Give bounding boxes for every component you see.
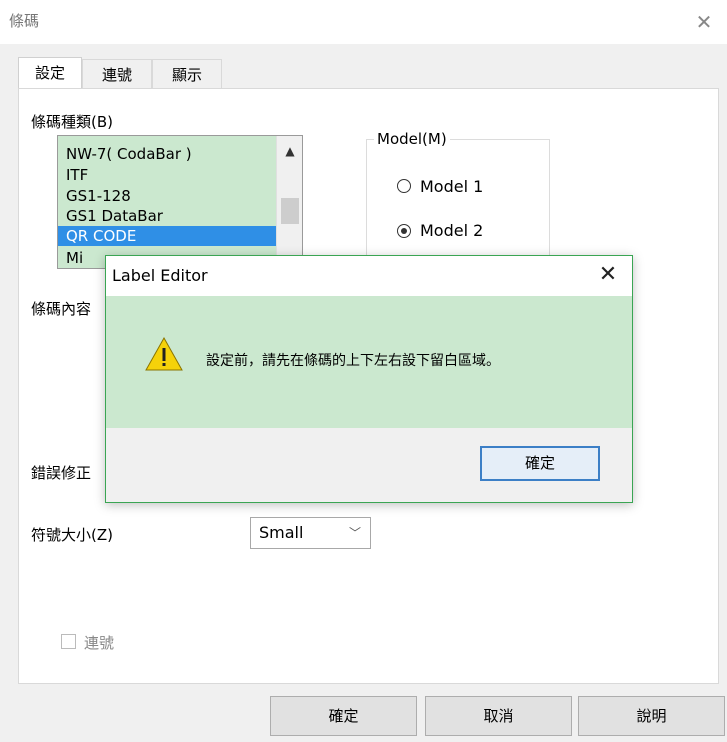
model-group-title: Model(M) (374, 130, 450, 148)
tab-settings[interactable]: 設定 (18, 57, 82, 89)
list-item[interactable]: ITF (66, 165, 88, 185)
barcode-type-listbox[interactable]: NW-7( CodaBar ) ITF GS1-128 GS1 DataBar … (57, 135, 303, 269)
alert-title: Label Editor (112, 266, 208, 285)
list-item-selected[interactable]: QR CODE (58, 226, 276, 246)
alert-ok-button[interactable]: 確定 (480, 446, 600, 481)
list-item[interactable]: GS1 DataBar (66, 206, 163, 226)
serial-checkbox-label[interactable]: 連號 (84, 632, 114, 653)
symbol-size-value: Small (259, 523, 304, 542)
barcode-type-label: 條碼種類(B) (31, 113, 113, 131)
alert-message: 設定前，請先在條碼的上下左右設下留白區域。 (206, 353, 500, 369)
symbol-size-select[interactable]: Small ﹀ (250, 517, 371, 549)
list-item[interactable]: NW-7( CodaBar ) (66, 144, 192, 164)
symbol-size-label: 符號大小(Z) (31, 526, 113, 544)
model-1-label[interactable]: Model 1 (420, 177, 483, 196)
help-button[interactable]: 說明 (578, 696, 725, 736)
content-label: 條碼內容 (31, 300, 92, 318)
alert-dialog: Label Editor ✕ 設定前，請先在條碼的上下左右設下留白區域。 確定 (105, 255, 633, 503)
model-2-radio[interactable] (397, 224, 411, 238)
window-title: 條碼 (9, 12, 40, 30)
ok-button[interactable]: 確定 (270, 696, 417, 736)
scroll-up-icon[interactable]: ▲ (277, 144, 302, 158)
serial-checkbox[interactable] (61, 634, 76, 649)
cancel-button[interactable]: 取消 (425, 696, 572, 736)
model-1-radio[interactable] (397, 179, 411, 193)
alert-close-button[interactable]: ✕ (596, 262, 620, 287)
window-close-button[interactable]: ✕ (692, 10, 716, 34)
window-titlebar (0, 0, 727, 44)
listbox-scrollbar[interactable]: ▲ (276, 136, 302, 268)
model-group (366, 139, 550, 269)
error-correction-label: 錯誤修正 (31, 464, 92, 482)
list-item[interactable]: GS1-128 (66, 186, 131, 206)
tab-display[interactable]: 顯示 (152, 59, 222, 89)
list-item[interactable]: Mi (66, 248, 83, 268)
tab-serial[interactable]: 連號 (82, 59, 152, 89)
scroll-thumb[interactable] (281, 198, 299, 224)
chevron-down-icon: ﹀ (349, 526, 362, 540)
alert-body: 設定前，請先在條碼的上下左右設下留白區域。 (106, 296, 632, 428)
warning-icon (144, 336, 184, 376)
model-2-label[interactable]: Model 2 (420, 221, 483, 240)
